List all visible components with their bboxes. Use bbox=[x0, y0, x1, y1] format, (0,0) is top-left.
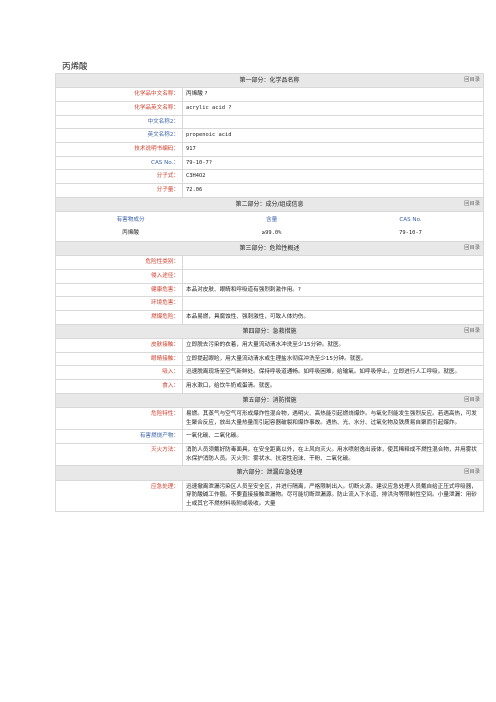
row-label: 中文名称2： bbox=[55, 114, 183, 130]
row-label: 危险特性： bbox=[55, 406, 183, 431]
section-title: 第三部分：危险性概述 bbox=[239, 245, 300, 253]
row-value: 79-10-7? bbox=[182, 155, 484, 171]
row-value: 立即脱去污染的衣着，用大量流动清水冲洗至少15分钟。就医。 bbox=[182, 338, 484, 353]
row-value: C3H4O2 bbox=[182, 169, 484, 184]
row-label: 燃爆危险： bbox=[55, 310, 183, 325]
row-label: 有害燃烧产物： bbox=[55, 429, 183, 444]
table-cell: ≥99.0% bbox=[261, 229, 282, 236]
row-label: 化学品中文名称： bbox=[55, 87, 183, 102]
row-value: 易燃。其蒸气与空气可形成爆炸性混合物，遇明火、高热能引起燃烧爆炸。与氧化剂能发生… bbox=[182, 406, 484, 431]
section-header: 第四部分：急救措施 回目录 bbox=[55, 323, 484, 340]
table-row: CAS No.： 79-10-7? bbox=[55, 155, 484, 171]
row-value bbox=[182, 269, 484, 284]
section-title: 第一部分：化学品名称 bbox=[239, 77, 300, 84]
row-value: 一氧化碳、二氧化碳。 bbox=[182, 429, 484, 444]
column-header: CAS No. bbox=[399, 216, 422, 223]
row-value bbox=[182, 114, 484, 130]
row-value: 917 bbox=[182, 141, 484, 157]
row-value: 丙烯酸 ? bbox=[182, 87, 484, 102]
page-title: 丙烯酸 bbox=[62, 62, 88, 72]
table-row: 灭火方法： 消防人员须戴好防毒面具，在安全距离以外，在上风向灭火。用水喷射逸出液体… bbox=[55, 442, 484, 467]
back-to-toc-link[interactable]: 回目录 bbox=[464, 468, 480, 476]
composition-data: 丙烯酸 ≥99.0% 79-10-7 bbox=[59, 227, 480, 240]
section-header: 第六部分：泄漏应急处理 回目录 bbox=[55, 465, 484, 481]
section-header: 第三部分：危险性概述 回目录 bbox=[55, 241, 484, 257]
back-to-toc-link[interactable]: 回目录 bbox=[464, 200, 480, 208]
back-to-toc-link[interactable]: 回目录 bbox=[464, 76, 480, 84]
table-row: 健康危害： 本品对皮肤、眼睛和呼吸道有强烈刺激作用。? bbox=[55, 282, 484, 298]
back-to-toc-link[interactable]: 回目录 bbox=[464, 327, 480, 335]
composition-header: 有害物成分 含量 CAS No. bbox=[59, 214, 480, 227]
column-header: 有害物成分 bbox=[116, 216, 145, 223]
row-label: 侵入途径： bbox=[55, 269, 183, 284]
row-label: 危险性类别： bbox=[55, 255, 183, 271]
table-row: 食入： 用水漱口，给饮牛奶或蛋清。就医。 bbox=[55, 379, 484, 394]
row-value: 用水漱口，给饮牛奶或蛋清。就医。 bbox=[182, 379, 484, 394]
row-label: 分子式： bbox=[55, 169, 183, 184]
row-label: 食入： bbox=[55, 379, 183, 394]
section-header: 第二部分：成分/组成信息 回目录 bbox=[55, 196, 484, 212]
msds-table: 第一部分：化学品名称 回目录 化学品中文名称： 丙烯酸 ? 化学品英文名称： acr… bbox=[55, 72, 484, 512]
table-row: 皮肤接触： 立即脱去污染的衣着，用大量流动清水冲洗至少15分钟。就医。 bbox=[55, 338, 484, 353]
composition-row: 有害物成分 含量 CAS No. 丙烯酸 ≥99.0% 79-10-7 bbox=[55, 210, 484, 243]
row-label: 英文名称2： bbox=[55, 128, 183, 143]
table-row: 技术说明书编码： 917 bbox=[55, 141, 484, 157]
row-value: propenoic acid bbox=[182, 128, 484, 143]
row-label: 吸入： bbox=[55, 365, 183, 380]
row-label: CAS No.： bbox=[55, 155, 183, 171]
table-row: 英文名称2： propenoic acid bbox=[55, 128, 484, 143]
row-value: 本品易燃，具腐蚀性、强刺激性，可致人体灼伤。 bbox=[182, 310, 484, 325]
row-label: 应急处理： bbox=[55, 479, 183, 512]
row-value: 迅速脱离现场至空气新鲜处。保持呼吸道通畅。如呼吸困难，给输氧。如呼吸停止，立即进… bbox=[182, 365, 484, 380]
row-value: 立即提起眼睑，用大量流动清水或生理盐水彻底冲洗至少15分钟。就医。 bbox=[182, 351, 484, 367]
row-label: 分子量： bbox=[55, 182, 183, 198]
back-to-toc-link[interactable]: 回目录 bbox=[464, 396, 480, 404]
table-row: 分子式： C3H4O2 bbox=[55, 169, 484, 184]
row-label: 化学品英文名称： bbox=[55, 100, 183, 116]
row-label: 灭火方法： bbox=[55, 442, 183, 467]
section-title: 第四部分：急救措施 bbox=[242, 327, 297, 335]
row-value: 迅速撤离泄漏污染区人员至安全区，并进行隔离，严格限制出入。切断火源。建议应急处理… bbox=[182, 479, 484, 512]
row-value: acrylic acid ? bbox=[182, 100, 484, 116]
row-label: 健康危害： bbox=[55, 282, 183, 298]
table-row: 分子量： 72.06 bbox=[55, 182, 484, 198]
row-value bbox=[182, 296, 484, 312]
table-row: 侵入途径： bbox=[55, 269, 484, 284]
row-value: 72.06 bbox=[182, 182, 484, 198]
table-row: 有害燃烧产物： 一氧化碳、二氧化碳。 bbox=[55, 429, 484, 444]
row-value bbox=[182, 255, 484, 271]
back-to-toc-link[interactable]: 回目录 bbox=[464, 244, 480, 252]
table-cell: 79-10-7 bbox=[399, 229, 422, 236]
section-title: 第五部分：消防措施 bbox=[242, 396, 297, 404]
row-label: 皮肤接触： bbox=[55, 338, 183, 353]
table-row: 危险性类别： bbox=[55, 255, 484, 271]
row-label: 环境危害： bbox=[55, 296, 183, 312]
table-row: 应急处理： 迅速撤离泄漏污染区人员至安全区，并进行隔离，严格限制出入。切断火源。建… bbox=[55, 479, 484, 512]
table-row: 危险特性： 易燃。其蒸气与空气可形成爆炸性混合物，遇明火、高热能引起燃烧爆炸。与氧… bbox=[55, 406, 484, 431]
table-cell: 丙烯酸 bbox=[122, 229, 139, 236]
table-row: 中文名称2： bbox=[55, 114, 484, 130]
column-header: 含量 bbox=[265, 216, 278, 223]
table-row: 化学品英文名称： acrylic acid ? bbox=[55, 100, 484, 116]
row-label: 眼睛接触： bbox=[55, 351, 183, 367]
composition-table: 有害物成分 含量 CAS No. 丙烯酸 ≥99.0% 79-10-7 bbox=[59, 214, 480, 239]
row-label: 技术说明书编码： bbox=[55, 141, 183, 157]
section-header: 第五部分：消防措施 回目录 bbox=[55, 392, 484, 408]
section-title: 第二部分：成分/组成信息 bbox=[235, 200, 304, 208]
section-title: 第六部分：泄漏应急处理 bbox=[236, 469, 303, 477]
table-row: 化学品中文名称： 丙烯酸 ? bbox=[55, 87, 484, 102]
table-row: 环境危害： bbox=[55, 296, 484, 312]
section-header: 第一部分：化学品名称 回目录 bbox=[55, 72, 484, 89]
table-row: 眼睛接触： 立即提起眼睑，用大量流动清水或生理盐水彻底冲洗至少15分钟。就医。 bbox=[55, 351, 484, 367]
row-value: 本品对皮肤、眼睛和呼吸道有强烈刺激作用。? bbox=[182, 282, 484, 298]
table-row: 吸入： 迅速脱离现场至空气新鲜处。保持呼吸道通畅。如呼吸困难，给输氧。如呼吸停止，… bbox=[55, 365, 484, 380]
row-value: 消防人员须戴好防毒面具，在安全距离以外，在上风向灭火。用水喷射逸出液体，使其稀释… bbox=[182, 442, 484, 467]
table-row: 燃爆危险： 本品易燃，具腐蚀性、强刺激性，可致人体灼伤。 bbox=[55, 310, 484, 325]
